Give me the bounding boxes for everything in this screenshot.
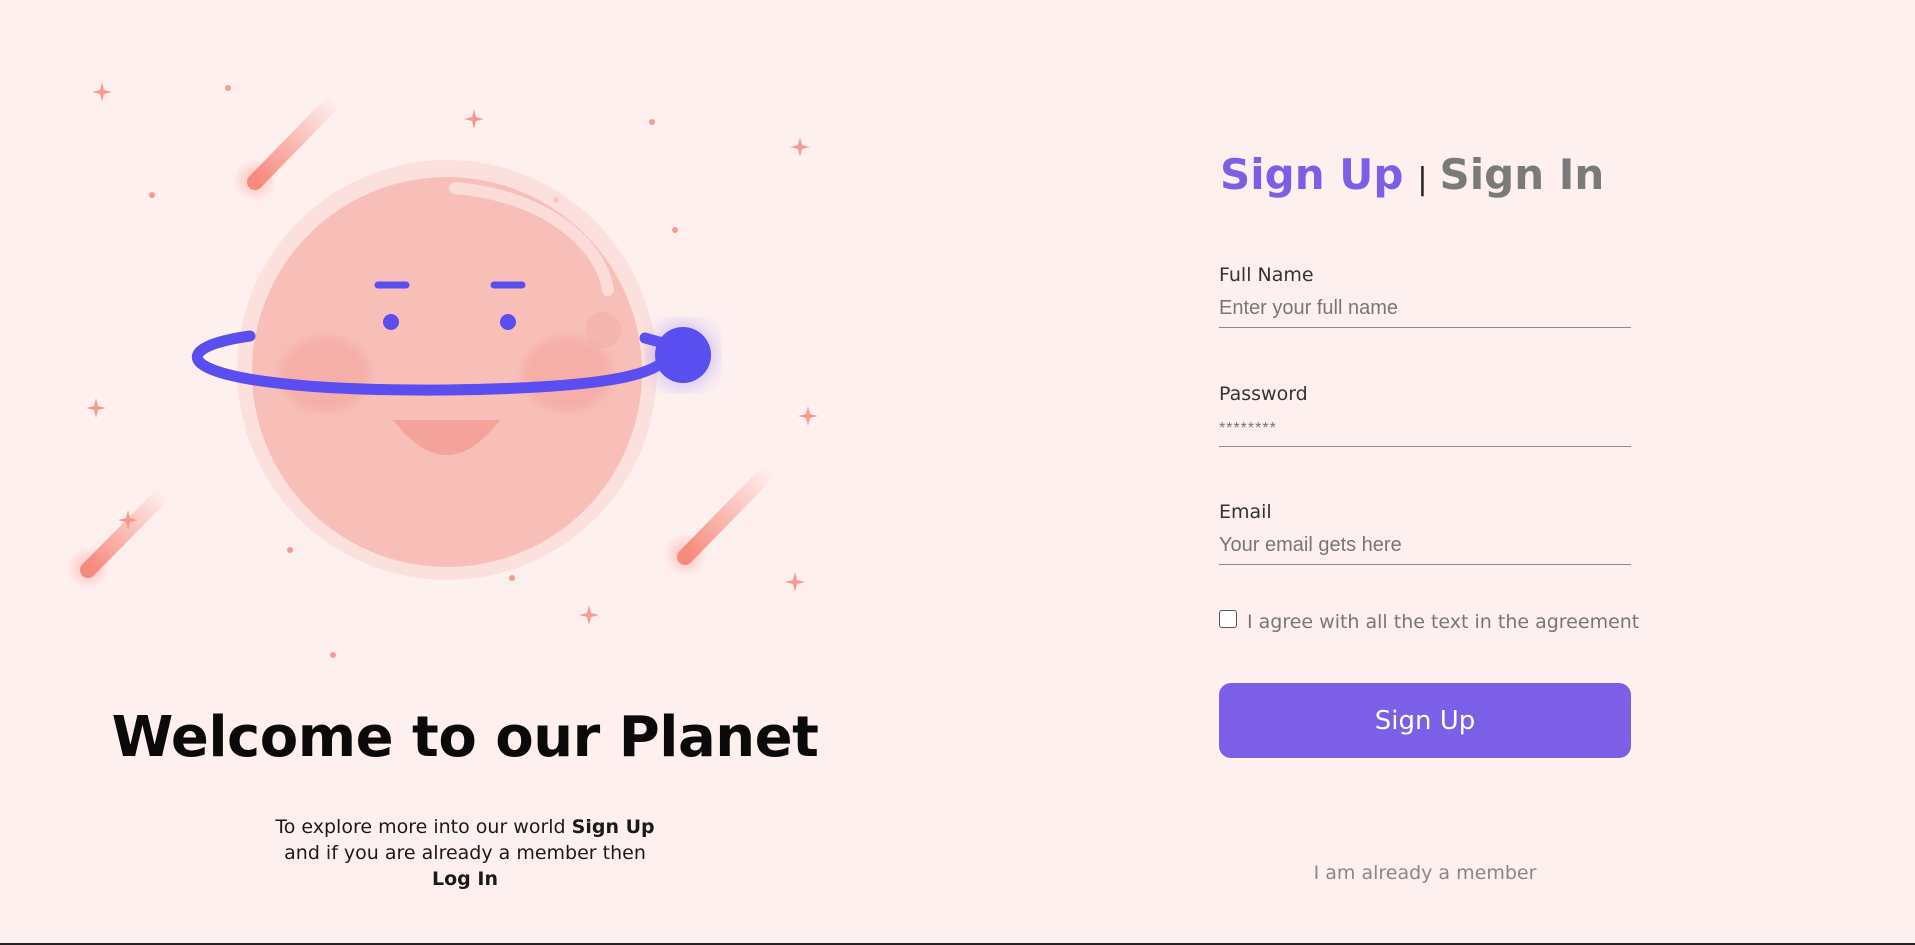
meteor-top-left bbox=[233, 92, 343, 202]
password-input[interactable] bbox=[1219, 415, 1631, 447]
welcome-panel: Welcome to our Planet To explore more in… bbox=[0, 0, 930, 943]
email-label: Email bbox=[1219, 501, 1272, 523]
welcome-sub-login: Log In bbox=[432, 868, 498, 890]
meteor-bottom-left bbox=[66, 484, 173, 590]
password-group: Password bbox=[1219, 383, 1631, 447]
meteor-bottom-right bbox=[663, 462, 778, 577]
tab-sign-in[interactable]: Sign In bbox=[1440, 150, 1605, 199]
email-input[interactable] bbox=[1219, 533, 1631, 565]
welcome-subtext: To explore more into our world Sign Up a… bbox=[270, 814, 660, 892]
full-name-label: Full Name bbox=[1219, 264, 1314, 286]
already-member-link[interactable]: I am already a member bbox=[1219, 862, 1631, 884]
welcome-sub-text-2: and if you are already a member then bbox=[284, 842, 646, 864]
email-group: Email bbox=[1219, 501, 1631, 565]
agreement-label: I agree with all the text in the agreeme… bbox=[1247, 611, 1640, 633]
welcome-sub-text-1: To explore more into our world bbox=[275, 816, 572, 838]
moon bbox=[655, 327, 711, 383]
smiling-planet-illustration bbox=[66, 82, 818, 658]
tab-separator: | bbox=[1417, 162, 1428, 197]
password-label: Password bbox=[1219, 383, 1308, 405]
welcome-sub-signup: Sign Up bbox=[571, 816, 655, 838]
full-name-group: Full Name bbox=[1219, 264, 1631, 328]
sign-up-button[interactable]: Sign Up bbox=[1219, 683, 1631, 758]
welcome-title: Welcome to our Planet bbox=[111, 705, 819, 770]
full-name-input[interactable] bbox=[1219, 296, 1631, 328]
agreement-checkbox[interactable] bbox=[1219, 610, 1237, 628]
tab-sign-up[interactable]: Sign Up bbox=[1220, 150, 1403, 199]
agreement-row: I agree with all the text in the agreeme… bbox=[1219, 605, 1639, 633]
signup-panel: Sign Up | Sign In Full Name Password Ema… bbox=[930, 0, 1915, 943]
auth-tabs: Sign Up | Sign In bbox=[1220, 150, 1604, 199]
